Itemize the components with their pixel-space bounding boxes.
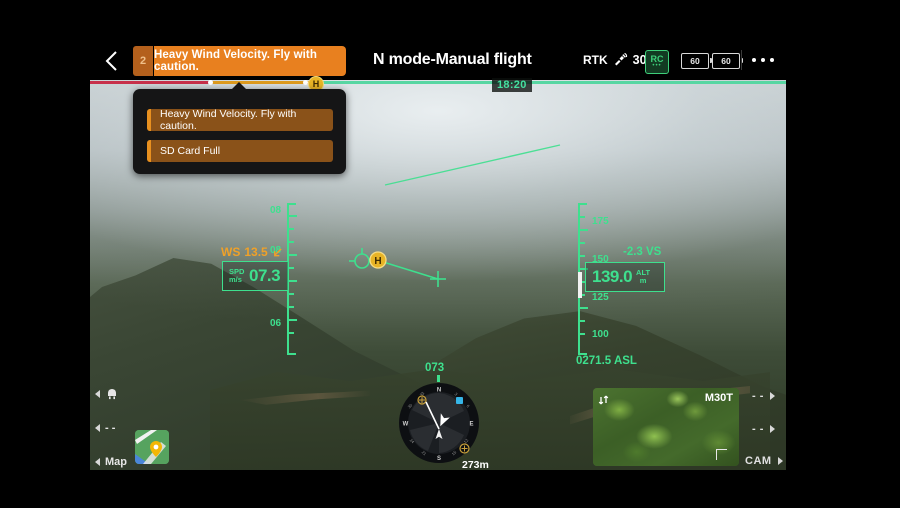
wind-speed-value: 13.5 bbox=[244, 245, 268, 259]
rc-status-badge[interactable]: RC ••• bbox=[645, 50, 669, 74]
more-dot bbox=[761, 58, 765, 62]
warning-dropdown-item-text: Heavy Wind Velocity. Fly with caution. bbox=[160, 108, 297, 132]
timeline-segment-red bbox=[90, 81, 210, 84]
warning-dropdown-item-text: SD Card Full bbox=[160, 145, 221, 157]
warning-count-badge[interactable]: 2 bbox=[133, 46, 153, 76]
swap-camera-icon[interactable] bbox=[598, 393, 612, 407]
timeline-segment-orange bbox=[210, 81, 315, 84]
warning-dropdown-item[interactable]: SD Card Full bbox=[147, 140, 333, 162]
camera-side-label: - - bbox=[752, 423, 764, 435]
back-button[interactable] bbox=[101, 48, 125, 74]
svg-text:S: S bbox=[437, 456, 441, 462]
speed-tick-label: 06 bbox=[270, 318, 282, 329]
gimbal-value: - - bbox=[105, 422, 116, 434]
svg-text:E: E bbox=[469, 422, 473, 428]
warning-banner[interactable]: Heavy Wind Velocity. Fly with caution. bbox=[154, 46, 346, 76]
focus-corner-icon bbox=[716, 449, 727, 460]
map-toggle-row[interactable]: Map bbox=[95, 456, 127, 468]
altitude-value: 139.0 bbox=[592, 267, 633, 286]
battery-2-value: 60 bbox=[721, 56, 731, 66]
more-dot bbox=[752, 58, 756, 62]
altitude-bug bbox=[578, 272, 582, 298]
horizon-guide-line bbox=[384, 144, 561, 186]
speed-readout-box: SPD m/s 07.3 bbox=[222, 261, 289, 291]
chevron-right-icon bbox=[777, 457, 783, 465]
arrow-down-left-icon bbox=[273, 247, 282, 256]
gimbal-icon bbox=[108, 389, 116, 400]
compass-heading: 073 bbox=[425, 362, 445, 374]
camera-preview[interactable]: M30T bbox=[593, 388, 739, 466]
camera-side-item[interactable]: - - bbox=[752, 390, 775, 402]
chevron-left-icon bbox=[95, 424, 100, 432]
rc-signal-dots: ••• bbox=[652, 63, 662, 69]
chevron-right-icon bbox=[769, 392, 775, 400]
satellite-icon bbox=[614, 52, 627, 66]
altitude-tick-label: 175 bbox=[592, 216, 609, 227]
map-thumbnail[interactable] bbox=[135, 430, 169, 464]
vertical-speed-value: -2.3 VS bbox=[623, 246, 662, 258]
chevron-left-icon bbox=[95, 390, 100, 398]
wind-speed-label: WS bbox=[221, 245, 241, 259]
altitude-unit: m bbox=[639, 276, 647, 285]
speed-unit: m/s bbox=[229, 275, 242, 284]
camera-model-label: M30T bbox=[704, 392, 733, 404]
speed-value: 07.3 bbox=[249, 266, 281, 285]
speed-tick-label: 08 bbox=[270, 205, 282, 216]
chevron-left-icon bbox=[95, 458, 100, 466]
altitude-readout-box: 139.0 ALT m bbox=[585, 262, 665, 292]
flight-timeline[interactable]: H 18:20 bbox=[90, 76, 786, 92]
timeline-time-label: 18:20 bbox=[492, 78, 532, 92]
gimbal-value-row[interactable]: - - bbox=[95, 422, 115, 434]
gimbal-control-row[interactable] bbox=[95, 387, 119, 401]
map-label: Map bbox=[105, 456, 127, 468]
home-marker-icon bbox=[459, 443, 470, 454]
flight-mode-title: N mode-Manual flight bbox=[373, 51, 532, 68]
svg-text:N: N bbox=[437, 388, 441, 394]
wind-speed-readout: WS 13.5 bbox=[221, 245, 283, 259]
battery-1-value: 60 bbox=[690, 56, 700, 66]
battery-indicator-1[interactable]: 60 bbox=[681, 53, 712, 69]
topbar-divider bbox=[741, 50, 742, 70]
more-options-button[interactable] bbox=[752, 52, 774, 68]
camera-side-item[interactable]: - - bbox=[752, 423, 775, 435]
altitude-tick-label: 100 bbox=[592, 329, 609, 340]
warning-dropdown-item[interactable]: Heavy Wind Velocity. Fly with caution. bbox=[147, 108, 333, 132]
asl-value: 0271.5 ASL bbox=[576, 355, 637, 367]
more-dot bbox=[770, 58, 774, 62]
drone-controller-screen: H H 18:20 08 08 06 WS 13.5 SPD m/s 07.3 … bbox=[0, 0, 900, 508]
rtk-label: RTK bbox=[583, 52, 608, 67]
chevron-right-icon bbox=[769, 425, 775, 433]
camera-mode-item[interactable]: CAM bbox=[745, 455, 783, 467]
rtk-status-group[interactable]: RTK 30 bbox=[583, 52, 647, 67]
timeline-segment-green bbox=[315, 81, 786, 84]
svg-text:W: W bbox=[403, 422, 409, 428]
flight-path-overlay: H bbox=[349, 248, 446, 287]
altitude-tick-label: 125 bbox=[592, 292, 609, 303]
compass-distance: 273m bbox=[462, 459, 489, 471]
timeline-marker-dot[interactable] bbox=[208, 80, 213, 85]
svg-text:H: H bbox=[374, 256, 381, 267]
warning-dropdown-panel[interactable]: Heavy Wind Velocity. Fly with caution. S… bbox=[133, 82, 346, 174]
camera-side-label: - - bbox=[752, 390, 764, 402]
battery-indicator-2[interactable]: 60 bbox=[712, 53, 743, 69]
camera-mode-label: CAM bbox=[745, 455, 772, 467]
compass-heading-tick bbox=[437, 375, 440, 382]
